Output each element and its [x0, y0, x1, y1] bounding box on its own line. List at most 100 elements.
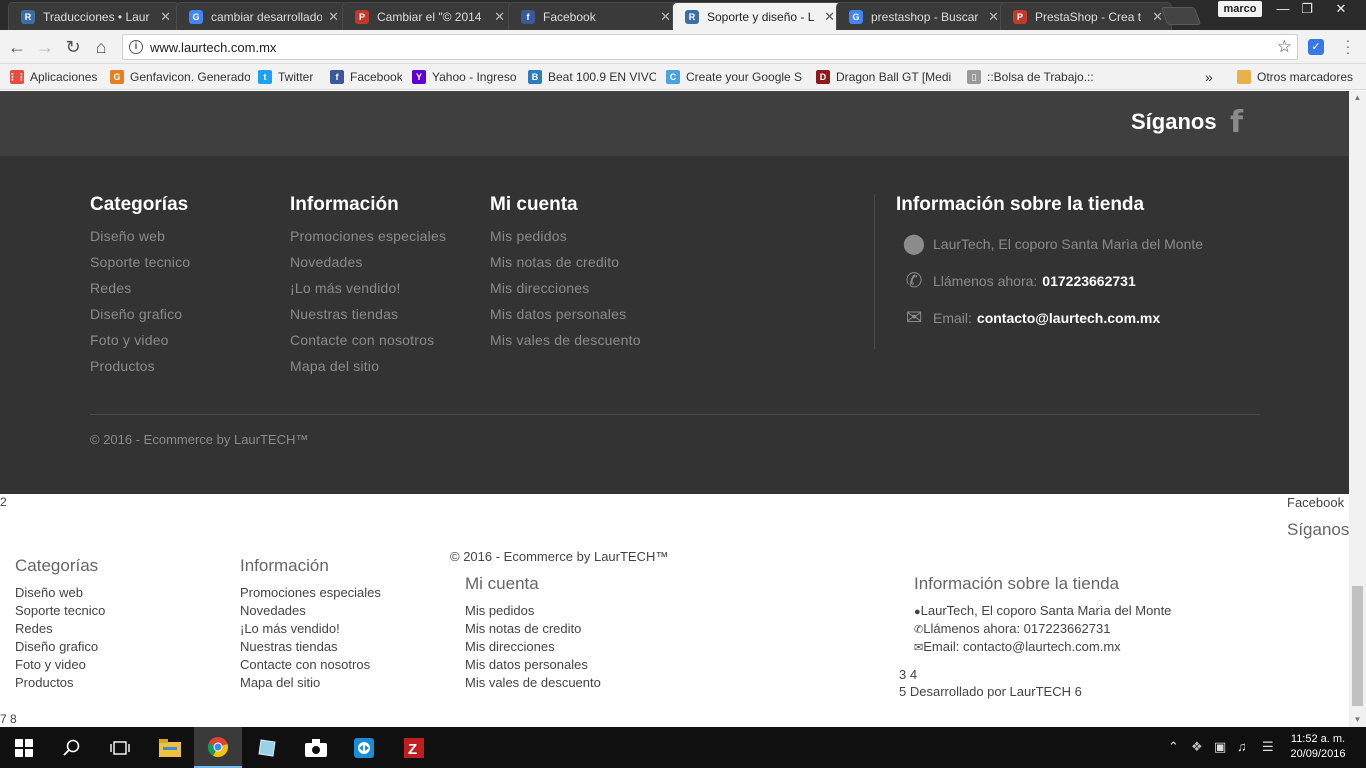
footer-link[interactable]: Mis direcciones [490, 280, 589, 296]
footer-link[interactable]: Diseño web [90, 228, 165, 244]
camera-app-icon[interactable] [292, 727, 340, 768]
extension-icon[interactable]: ✓ [1308, 39, 1324, 55]
plain-footer-link[interactable]: Mis pedidos [465, 603, 534, 618]
footer-link[interactable]: Mis vales de descuento [490, 332, 641, 348]
volume-icon[interactable]: ♫ [1237, 739, 1247, 754]
footer-link[interactable]: Nuestras tiendas [290, 306, 398, 322]
facebook-icon[interactable]: f [1230, 105, 1243, 140]
tab-close-icon[interactable]: ✕ [160, 9, 171, 25]
plain-footer-link[interactable]: Diseño grafico [15, 639, 98, 654]
tab-favicon-icon: G [189, 9, 203, 24]
plain-footer-link[interactable]: Contacte con nosotros [240, 657, 370, 672]
bookmark-favicon-icon: f [330, 70, 344, 84]
browser-tab[interactable]: P Cambiar el "© 2014 ✕ [342, 2, 514, 30]
plain-footer-link[interactable]: Mis datos personales [465, 657, 588, 672]
footer-link[interactable]: Novedades [290, 254, 363, 270]
footer-link[interactable]: Foto y video [90, 332, 169, 348]
bookmark-item[interactable]: B Beat 100.9 EN VIVO [528, 68, 656, 86]
action-center-icon[interactable]: ☰ [1262, 739, 1274, 755]
filezilla-icon[interactable]: Z [390, 727, 438, 768]
file-explorer-icon[interactable] [146, 727, 194, 768]
tab-close-icon[interactable]: ✕ [494, 9, 505, 25]
other-bookmarks-folder[interactable]: Otros marcadores [1237, 68, 1353, 86]
footer-link[interactable]: Mis pedidos [490, 228, 567, 244]
plain-footer-link[interactable]: Productos [15, 675, 74, 690]
footer-column-title: Información [290, 194, 399, 215]
scroll-up-arrow-icon[interactable]: ▲ [1349, 91, 1366, 105]
plain-footer-link[interactable]: ¡Lo más vendido! [240, 621, 340, 636]
teamviewer-icon[interactable] [340, 727, 388, 768]
footer-link[interactable]: Productos [90, 358, 155, 374]
taskbar-clock[interactable]: 11:52 a. m. 20/09/2016 [1290, 732, 1346, 762]
back-arrow-icon[interactable]: ← [6, 36, 28, 58]
bookmark-item[interactable]: C Create your Google Si [666, 68, 802, 86]
new-tab-button[interactable] [1160, 7, 1202, 25]
plain-footer-link[interactable]: Foto y video [15, 657, 86, 672]
footer-link[interactable]: ¡Lo más vendido! [290, 280, 401, 296]
network-icon[interactable]: ▣ [1214, 739, 1226, 755]
bookmark-item[interactable]: ▯::Bolsa de Trabajo.:: [967, 68, 1094, 86]
bookmark-label: Beat 100.9 EN VIVO [548, 70, 656, 84]
search-icon[interactable] [48, 727, 96, 768]
email-link[interactable]: contacto@laurtech.com.mx [977, 310, 1160, 326]
plain-footer-link[interactable]: Mis vales de descuento [465, 675, 601, 690]
omnibox[interactable]: i ☆ [122, 34, 1298, 60]
bookmark-item[interactable]: G Genfavicon. Generado [110, 68, 250, 86]
plain-facebook-link[interactable]: Facebook [1287, 495, 1344, 510]
bookmark-item[interactable]: f Facebook [330, 68, 402, 86]
plain-footer-link[interactable]: Soporte tecnico [15, 603, 105, 618]
scrollbar-thumb[interactable] [1352, 586, 1363, 706]
footer-link[interactable]: Diseño grafico [90, 306, 182, 322]
plain-follow-title: Síganos [1287, 520, 1349, 539]
tab-close-icon[interactable]: ✕ [660, 9, 671, 25]
plain-footer-link[interactable]: Nuestras tiendas [240, 639, 338, 654]
tab-close-icon[interactable]: ✕ [328, 9, 339, 25]
bookmark-star-icon[interactable]: ☆ [1277, 37, 1292, 57]
browser-tab[interactable]: P PrestaShop - Crea t ✕ [1000, 2, 1172, 30]
chrome-menu-icon[interactable]: · · · [1343, 33, 1353, 59]
page-scrollbar[interactable]: ▲ ▼ [1349, 91, 1366, 727]
close-window-icon[interactable]: ✕ [1326, 0, 1356, 18]
footer-link[interactable]: Redes [90, 280, 131, 296]
browser-tab[interactable]: Gprestashop - Buscar ✕ [836, 2, 1008, 30]
site-info-icon[interactable]: i [129, 40, 143, 54]
home-icon[interactable]: ⌂ [90, 36, 112, 58]
url-input[interactable] [150, 35, 1250, 59]
browser-tab[interactable]: R Soporte y diseño - L ✕ [672, 2, 844, 30]
bookmark-item[interactable]: ⋮⋮ Aplicaciones [10, 68, 97, 86]
dropbox-icon[interactable]: ❖ [1191, 739, 1203, 755]
forward-arrow-icon[interactable]: → [34, 36, 56, 58]
bookmark-item[interactable]: D Dragon Ball GT [Medi [816, 68, 951, 86]
tab-close-icon[interactable]: ✕ [988, 9, 999, 25]
plain-footer-link[interactable]: Promociones especiales [240, 585, 381, 600]
footer-link[interactable]: Mis datos personales [490, 306, 626, 322]
browser-tab[interactable]: Gcambiar desarrollado ✕ [176, 2, 348, 30]
tab-close-icon[interactable]: ✕ [824, 9, 835, 25]
windows-start-icon[interactable] [0, 727, 48, 768]
browser-tab[interactable]: R Traducciones • Laur ✕ [8, 2, 180, 30]
plain-email-text[interactable]: Email: contacto@laurtech.com.mx [923, 639, 1120, 654]
footer-link[interactable]: Mis notas de credito [490, 254, 619, 270]
plain-footer-link[interactable]: Mapa del sitio [240, 675, 320, 690]
browser-tab[interactable]: f Facebook ✕ [508, 2, 680, 30]
bookmark-item[interactable]: Y Yahoo - Ingreso [412, 68, 517, 86]
plain-footer-link[interactable]: Redes [15, 621, 53, 636]
profile-button[interactable]: marco [1218, 1, 1262, 17]
footer-link[interactable]: Promociones especiales [290, 228, 446, 244]
plain-footer-link[interactable]: Mis notas de credito [465, 621, 581, 636]
footer-link[interactable]: Contacte con nosotros [290, 332, 434, 348]
footer-link[interactable]: Mapa del sitio [290, 358, 379, 374]
scroll-down-arrow-icon[interactable]: ▼ [1349, 713, 1366, 727]
restore-icon[interactable]: ❐ [1292, 0, 1322, 18]
plain-footer-link[interactable]: Novedades [240, 603, 306, 618]
plain-footer-link[interactable]: Diseño web [15, 585, 83, 600]
bookmark-item[interactable]: t Twitter [258, 68, 313, 86]
bookmarks-overflow-chevron-icon[interactable]: » [1205, 68, 1213, 86]
footer-link[interactable]: Soporte tecnico [90, 254, 190, 270]
plain-footer-link[interactable]: Mis direcciones [465, 639, 555, 654]
task-view-icon[interactable] [96, 727, 144, 768]
app-crystal-icon[interactable] [243, 727, 291, 768]
tray-chevron-icon[interactable]: ⌃ [1168, 739, 1179, 755]
reload-icon[interactable]: ↻ [62, 36, 84, 58]
chrome-taskbar-icon[interactable] [194, 727, 242, 768]
